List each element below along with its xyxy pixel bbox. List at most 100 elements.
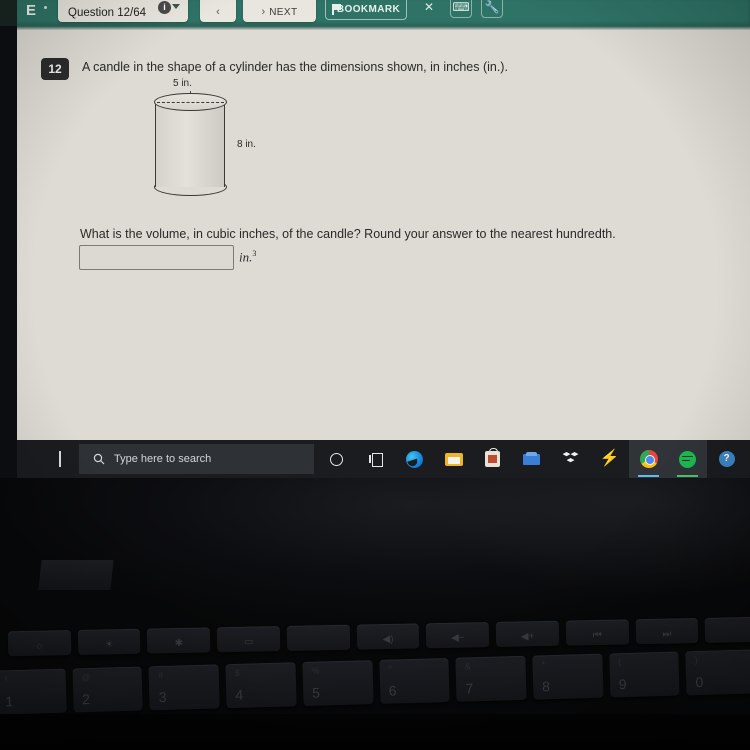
key-label: ✱ [174,637,184,650]
keyboard-key[interactable]: ▭ [216,626,281,653]
taskbar-icon-strip: ⚡ ? ∧ [317,440,750,478]
keyboard-key[interactable] [286,624,350,651]
bookmark-button[interactable]: BOOKMARK [325,0,407,20]
key-shift-label: ( [618,657,622,668]
key-shift-label: ) [694,655,698,666]
taskbar-item-teams[interactable] [512,440,551,478]
tools-icon[interactable]: 🔧 [481,0,503,18]
key-label: 3 [158,688,167,706]
keyboard-key[interactable]: ◀̵) [356,623,420,650]
question-prompt: What is the volume, in cubic inches, of … [80,227,616,241]
keyboard-key[interactable]: #3 [148,664,220,711]
keyboard-key[interactable]: ^ 6 [378,657,450,704]
next-question-button[interactable]: › NEXT [243,0,316,22]
spotify-icon [679,450,696,468]
question-number-badge: 12 [41,58,69,80]
info-icon[interactable]: i [158,1,171,14]
desk-surface: ☼ ☀ ✱ ▭ ◀̵) ◀− ◀+ ⏮ ⏭ ! 1 @2 #3 $4% 5 ^ 6 & 7 * 8(9) 0 [0,478,750,750]
laptop-screen: E Question 12/64 i ‹ › NEXT BOOKMARK ✕ ⌨… [0,0,750,478]
app-logo-dot [44,6,47,9]
key-shift-label: # [157,669,164,681]
keyboard-key[interactable]: ⏭ [635,618,699,645]
keyboard-key[interactable]: ☼ [7,630,72,657]
key-shift-label: @ [81,671,91,683]
teams-icon [523,452,540,466]
keyboard-function-row: ☼ ☀ ✱ ▭ ◀̵) ◀− ◀+ ⏮ ⏭ [7,616,750,657]
key-label: 7 [465,680,474,697]
keyboard-key[interactable]: & 7 [455,655,527,702]
taskbar-item-edge[interactable] [395,440,434,478]
taskbar-item-cortana[interactable] [317,440,356,478]
search-input[interactable]: Type here to search [79,444,314,474]
bookmark-button-label: BOOKMARK [336,4,401,15]
key-shift-label: $ [234,667,240,678]
chevron-down-icon[interactable] [172,4,180,9]
key-label: ◀̵) [382,633,394,646]
key-label: 6 [388,682,397,699]
cylinder-body [155,102,225,187]
keyboard-key[interactable]: ! 1 [0,668,67,715]
height-label: 8 in. [237,139,256,150]
chrome-icon [639,450,658,468]
taskbar-item-task-view[interactable] [356,440,395,478]
taskbar-item-chrome[interactable] [629,440,668,478]
calculator-icon[interactable]: ⌨ [450,0,472,18]
close-icon[interactable]: ✕ [418,0,440,18]
taskbar-item-dropbox[interactable] [551,440,590,478]
unit-exponent: 3 [252,249,257,258]
key-label: 1 [5,693,14,710]
task-view-icon [368,453,383,467]
cortana-icon [330,452,343,466]
keyboard-key[interactable]: ✱ [147,627,211,654]
windows-taskbar: Type here to search ⚡ ? ∧ [17,440,750,478]
file-explorer-icon [444,452,463,466]
start-button[interactable] [59,451,61,467]
taskbar-item-file-explorer[interactable] [434,440,473,478]
diameter-dashed-line [157,101,224,103]
microsoft-store-icon [485,448,500,467]
keyboard-key[interactable]: * 8 [532,653,604,700]
keyboard-key[interactable]: ⏮ [565,619,629,646]
key-label: ▭ [243,636,254,648]
key-label: ☼ [34,640,45,652]
keyboard-key[interactable]: ) 0 [685,649,750,696]
unit-text: in. [239,249,253,265]
chevron-right-icon: › [261,6,266,18]
chevron-left-icon: ‹ [216,6,220,18]
previous-question-button[interactable]: ‹ [200,0,236,22]
help-icon: ? [718,451,735,467]
key-label: 5 [311,684,321,701]
keyboard-key[interactable]: ◀+ [495,620,560,647]
keyboard-key[interactable]: $4 [225,662,297,709]
search-placeholder: Type here to search [114,453,212,465]
keyboard-key[interactable]: % 5 [302,660,374,707]
keyboard-key[interactable] [705,616,750,643]
edge-icon [406,450,423,468]
keyboard-key[interactable]: (9 [608,651,680,698]
keyboard-key[interactable]: @2 [72,666,144,713]
key-label: ⏮ [592,629,602,642]
desk-light-reflection [430,478,750,598]
next-button-label: NEXT [269,7,298,18]
taskbar-item-spotify[interactable] [668,440,707,478]
taskbar-item-microsoft-store[interactable] [473,440,512,478]
laptop-keyboard: ☼ ☀ ✱ ▭ ◀̵) ◀− ◀+ ⏮ ⏭ ! 1 @2 #3 $4% 5 ^ 6 & 7 * 8(9) 0 [0,616,750,728]
key-shift-label: * [541,659,546,670]
taskbar-tray-expander[interactable]: ∧ [746,440,750,478]
key-label: ⏭ [662,628,672,640]
answer-unit-label: in.3 [239,249,256,265]
taskbar-item-bolt[interactable]: ⚡ [590,440,629,478]
key-label: 9 [618,676,627,693]
key-label: 0 [695,673,704,691]
app-logo: E [26,2,36,19]
taskbar-item-help[interactable]: ? [707,440,746,478]
answer-input[interactable] [79,245,234,270]
key-shift-label: % [311,665,320,676]
keyboard-key[interactable]: ◀− [426,622,490,649]
key-shift-label: ! [4,674,8,685]
question-stem: A candle in the shape of a cylinder has … [82,60,508,74]
laptop-photo: E Question 12/64 i ‹ › NEXT BOOKMARK ✕ ⌨… [0,0,750,750]
keyboard-key[interactable]: ☀ [77,628,141,655]
key-label: ◀− [450,632,465,644]
key-label: ◀+ [520,631,535,643]
